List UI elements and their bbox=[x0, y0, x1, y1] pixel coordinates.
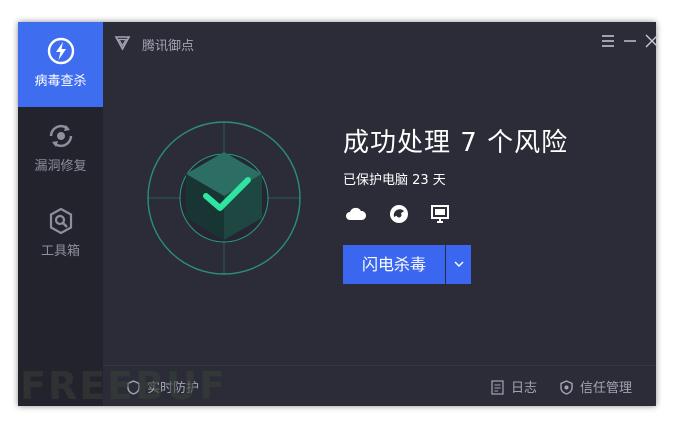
log-icon bbox=[491, 380, 504, 395]
sidebar: 病毒查杀 漏洞修复 工具箱 bbox=[18, 22, 103, 406]
sidebar-item-label: 漏洞修复 bbox=[34, 159, 87, 174]
sidebar-item-toolbox[interactable]: 工具箱 bbox=[18, 192, 103, 277]
status-headline: 成功处理 7 个风险 bbox=[343, 128, 569, 158]
sidebar-item-label: 病毒查杀 bbox=[34, 74, 87, 89]
sidebar-item-vuln-repair[interactable]: 漏洞修复 bbox=[18, 107, 103, 192]
close-icon[interactable] bbox=[643, 32, 661, 50]
protection-days: 已保护电脑 23 天 bbox=[343, 173, 446, 188]
cloud-icon[interactable] bbox=[345, 203, 367, 225]
monitor-icon[interactable] bbox=[429, 203, 451, 225]
trust-management-link[interactable]: 信任管理 bbox=[559, 377, 632, 396]
app-window: 病毒查杀 漏洞修复 工具箱 腾讯御点 成功处理 7 个风险 已保护电脑 23 天… bbox=[18, 22, 659, 406]
sidebar-item-label: 工具箱 bbox=[40, 244, 80, 259]
app-title: 腾讯御点 bbox=[142, 39, 195, 54]
minimize-icon[interactable] bbox=[621, 32, 639, 50]
title-bar: 腾讯御点 bbox=[103, 22, 659, 62]
repair-icon bbox=[49, 124, 72, 148]
trust-shield-icon bbox=[560, 380, 573, 395]
watermark: FREEBUF bbox=[20, 364, 227, 408]
scan-options-dropdown[interactable] bbox=[446, 245, 471, 284]
shield-logo-icon bbox=[114, 36, 131, 51]
toolbox-icon bbox=[49, 207, 72, 235]
browser-icon[interactable] bbox=[388, 203, 410, 225]
chevron-down-icon bbox=[454, 261, 463, 267]
log-link[interactable]: 日志 bbox=[490, 377, 537, 396]
trust-management-label: 信任管理 bbox=[580, 381, 633, 396]
log-label: 日志 bbox=[511, 381, 538, 396]
menu-icon[interactable] bbox=[599, 32, 617, 50]
lightning-icon bbox=[47, 37, 74, 65]
quick-scan-button[interactable]: 闪电杀毒 bbox=[343, 245, 445, 284]
sidebar-item-virus-scan[interactable]: 病毒查杀 bbox=[18, 22, 103, 107]
protection-status-graphic bbox=[147, 121, 301, 275]
